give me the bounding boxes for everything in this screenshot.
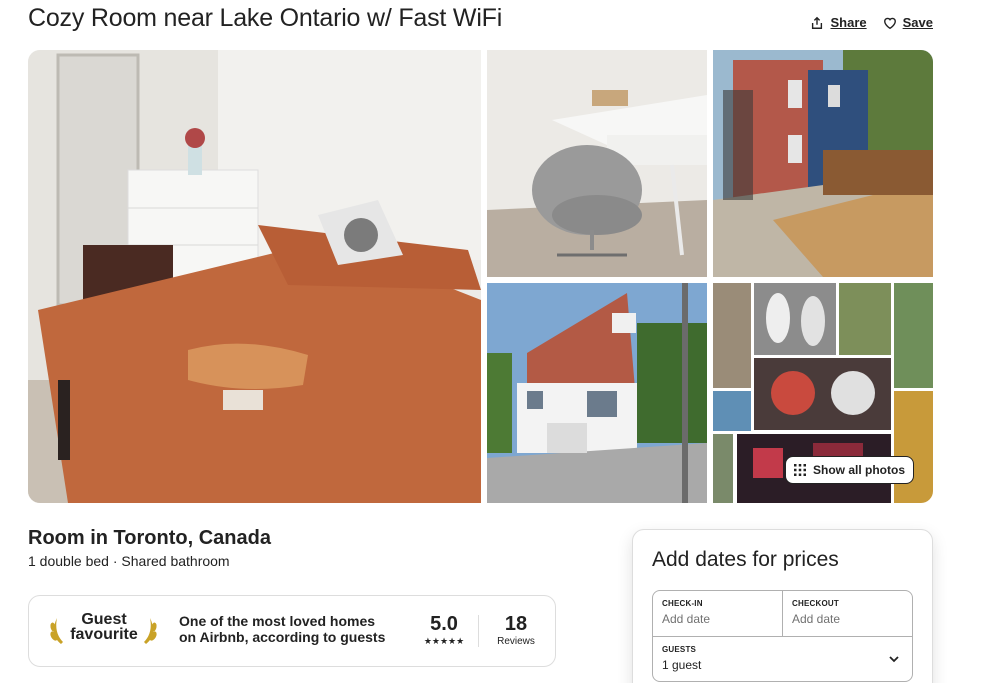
show-all-photos-button[interactable]: Show all photos [785,456,914,484]
photo-gallery [28,50,933,503]
save-button[interactable]: Save [883,13,933,32]
reviews-label: Reviews [497,636,535,647]
rating-value: 5.0 [430,613,458,635]
share-label: Share [830,15,867,30]
reviews-link[interactable]: 18 Reviews [494,612,538,648]
checkout-label: CHECKOUT [792,599,839,608]
guest-favourite-line1: Guest [81,611,127,628]
share-button[interactable]: Share [810,13,867,32]
rating-stars: ★★★★★ [423,636,465,646]
rating: 5.0 ★★★★★ [409,612,479,646]
reviews-count: 18 [504,613,528,635]
guest-favourite-label: Guest favourite [69,611,139,643]
guest-favourite-card: Guest favourite One of the most loved ho… [28,595,556,667]
checkin-field[interactable]: CHECK-IN Add date [653,591,783,636]
checkin-value: Add date [662,612,711,626]
booking-card: Add dates for prices CHECK-IN Add date C… [632,529,933,683]
show-all-photos-label: Show all photos [813,463,905,477]
photo-bedroom[interactable] [28,50,481,503]
checkout-value: Add date [792,612,841,626]
heart-icon [883,17,896,29]
guests-field[interactable]: GUESTS 1 guest [653,636,912,681]
guest-favourite-line2: favourite [70,626,138,643]
divider [478,615,479,647]
listing-title: Cozy Room near Lake Ontario w/ Fast WiFi [28,4,503,32]
save-label: Save [902,15,933,30]
booking-title: Add dates for prices [652,548,839,571]
guest-favourite-description: One of the most loved homes on Airbnb, a… [179,613,386,645]
room-title: Room in Toronto, Canada [28,527,271,549]
share-icon [812,16,823,29]
guests-label: GUESTS [662,645,697,654]
photo-backyard-deck[interactable] [713,50,933,277]
chevron-down-icon [889,656,899,663]
grid-icon [794,464,806,476]
checkout-field[interactable]: CHECKOUT Add date [783,591,913,636]
room-details: 1 double bed · Shared bathroom [28,553,230,569]
checkin-label: CHECK-IN [662,599,703,608]
date-picker: CHECK-IN Add date CHECKOUT Add date GUES… [652,590,913,682]
guests-value: 1 guest [662,658,702,672]
photo-house-front[interactable] [487,283,707,503]
laurel-left-icon [50,618,63,644]
top-actions: Share Save [810,13,933,32]
photo-desk[interactable] [487,50,707,277]
laurel-right-icon [144,618,157,644]
